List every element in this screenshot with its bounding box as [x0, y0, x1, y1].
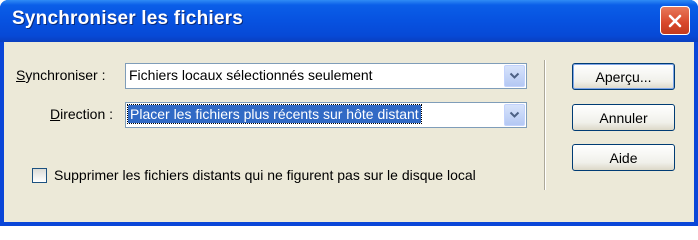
- vertical-separator: [544, 60, 546, 190]
- window-title: Synchroniser les fichiers: [12, 8, 243, 29]
- help-button[interactable]: Aide: [572, 144, 675, 171]
- dialog-body: Synchroniser : Fichiers locaux sélection…: [4, 42, 694, 222]
- close-button[interactable]: [660, 6, 690, 35]
- direction-label: Direction :: [50, 106, 114, 122]
- sync-dropdown-value: Fichiers locaux sélectionnés seulement: [129, 67, 373, 83]
- direction-dropdown[interactable]: Placer les fichiers plus récents sur hôt…: [125, 102, 527, 128]
- direction-dropdown-value: Placer les fichiers plus récents sur hôt…: [127, 104, 422, 124]
- title-bar[interactable]: Synchroniser les fichiers: [0, 0, 698, 42]
- sync-label: Synchroniser :: [16, 67, 106, 83]
- dialog-window: Synchroniser les fichiers Synchroniser :…: [0, 0, 698, 226]
- chevron-down-icon: [509, 72, 520, 79]
- preview-button[interactable]: Aperçu...: [572, 63, 675, 90]
- cancel-button[interactable]: Annuler: [572, 104, 675, 131]
- delete-remote-checkbox[interactable]: [32, 168, 47, 183]
- sync-dropdown[interactable]: Fichiers locaux sélectionnés seulement: [125, 63, 527, 89]
- sync-dropdown-arrow[interactable]: [504, 65, 525, 87]
- chevron-down-icon: [509, 111, 520, 118]
- delete-remote-label[interactable]: Supprimer les fichiers distants qui ne f…: [54, 167, 476, 183]
- close-icon: [668, 14, 682, 27]
- direction-dropdown-arrow[interactable]: [504, 104, 525, 126]
